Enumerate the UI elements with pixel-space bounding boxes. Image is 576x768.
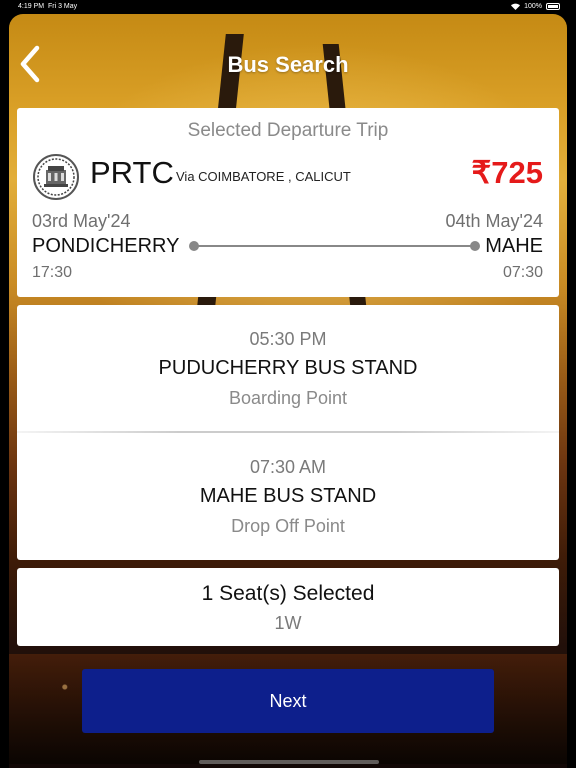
route-start-dot (189, 241, 199, 251)
wifi-icon (511, 3, 521, 10)
boarding-point[interactable]: 05:30 PM PUDUCHERRY BUS STAND Boarding P… (17, 329, 559, 409)
screen: Bus Search Selected Departure Trip PRTC … (9, 14, 567, 768)
prtc-logo (33, 154, 79, 200)
route-end-dot (470, 241, 480, 251)
route-line (189, 241, 480, 251)
status-bar: 4:19 PM Fri 3 May 100% (0, 0, 576, 14)
arrival-time: 07:30 (502, 264, 543, 281)
arrival-date: 04th May'24 (445, 211, 544, 231)
departure-trip-card: Selected Departure Trip PRTC Via COIMBAT… (17, 108, 559, 297)
boarding-name: PUDUCHERRY BUS STAND (158, 357, 418, 379)
operator-name: PRTC (90, 155, 174, 190)
drop-point[interactable]: 07:30 AM MAHE BUS STAND Drop Off Point (17, 457, 559, 537)
battery-percent: 100% (524, 3, 542, 10)
drop-label: Drop Off Point (231, 516, 345, 536)
via-route: Via COIMBATORE , CALICUT (176, 169, 351, 184)
status-right: 100% (511, 3, 560, 10)
nav-bar: Bus Search (9, 14, 567, 114)
seats-card: 1 Seat(s) Selected 1W (17, 568, 559, 646)
home-indicator (199, 760, 379, 764)
departure-date: 03rd May'24 (32, 211, 131, 231)
boarding-time: 05:30 PM (249, 329, 327, 349)
boarding-drop-card: 05:30 PM PUDUCHERRY BUS STAND Boarding P… (17, 305, 559, 560)
drop-time: 07:30 AM (249, 457, 327, 477)
boarding-label: Boarding Point (228, 388, 348, 408)
battery-icon (546, 3, 560, 10)
status-time: 4:19 PM Fri 3 May (18, 3, 78, 10)
drop-name: MAHE BUS STAND (199, 485, 377, 507)
origin-city: PONDICHERRY (32, 235, 180, 257)
page-title: Bus Search (227, 52, 349, 77)
trip-header: Selected Departure Trip (187, 120, 389, 141)
seat-numbers: 1W (274, 613, 302, 633)
seats-selected-count: 1 Seat(s) Selected (201, 582, 375, 605)
next-button[interactable]: Next (82, 669, 494, 733)
destination-city: MAHE (485, 235, 543, 257)
divider (17, 431, 559, 433)
departure-time: 17:30 (32, 264, 73, 281)
fare-price: ₹725 (471, 155, 543, 190)
